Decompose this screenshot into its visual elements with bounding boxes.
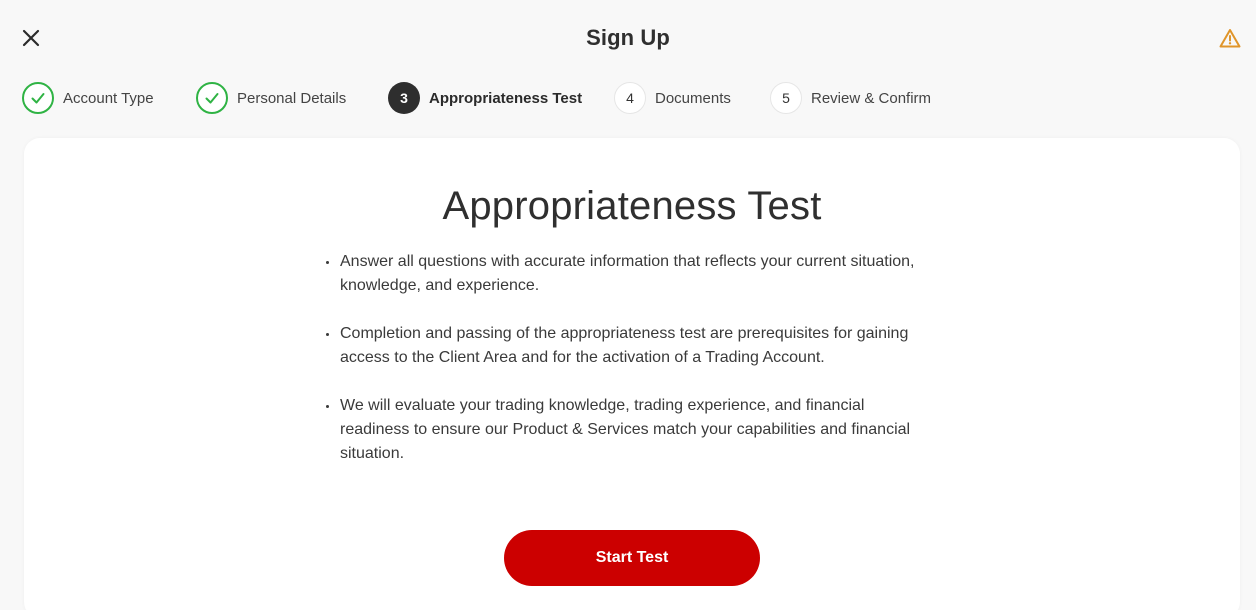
step-label: Review & Confirm — [811, 89, 932, 107]
step-label: Personal Details — [237, 89, 347, 107]
step-number: 4 — [614, 82, 646, 114]
step-documents[interactable]: 4 Documents — [614, 81, 731, 115]
list-item: Answer all questions with accurate infor… — [326, 250, 926, 298]
warning-button[interactable] — [1218, 27, 1242, 49]
step-completed-circle — [196, 82, 228, 114]
check-icon — [31, 93, 45, 104]
page-title: Sign Up — [586, 25, 670, 50]
step-account-type[interactable]: Account Type — [22, 81, 154, 115]
step-appropriateness-test[interactable]: 3 Appropriateness Test — [388, 81, 582, 115]
step-personal-details[interactable]: Personal Details — [196, 81, 346, 115]
check-icon — [205, 93, 219, 104]
signup-page: Sign Up Account Type Personal Details 3 … — [0, 0, 1256, 610]
step-number: 5 — [770, 82, 802, 114]
content-card: Appropriateness Test Answer all question… — [24, 138, 1240, 610]
instructions-list: Answer all questions with accurate infor… — [326, 250, 926, 490]
section-title: Appropriateness Test — [442, 184, 822, 228]
step-number: 3 — [388, 82, 420, 114]
step-label: Account Type — [63, 89, 154, 107]
warning-icon — [1219, 29, 1241, 48]
step-label: Documents — [655, 89, 731, 107]
step-completed-circle — [22, 82, 54, 114]
list-item: Completion and passing of the appropriat… — [326, 322, 926, 370]
step-review-confirm[interactable]: 5 Review & Confirm — [770, 81, 931, 115]
step-label: Appropriateness Test — [429, 89, 583, 107]
start-test-button[interactable]: Start Test — [504, 530, 760, 586]
list-item: We will evaluate your trading knowledge,… — [326, 394, 926, 466]
